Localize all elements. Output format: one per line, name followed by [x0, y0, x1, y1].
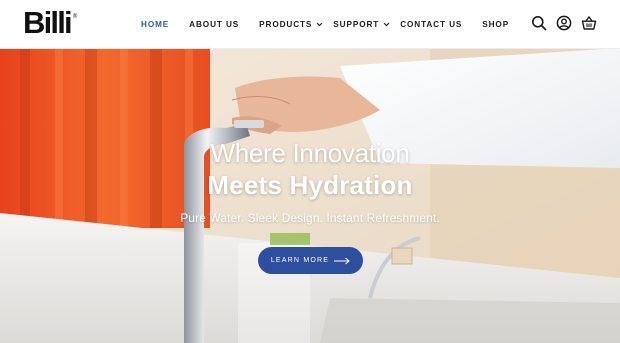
- logo-registered-mark: ®: [72, 14, 78, 20]
- hero-banner: Where Innovation Meets Hydration Pure Wa…: [0, 48, 620, 343]
- nav-item-label: ABOUT US: [189, 19, 240, 29]
- nav-item-shop[interactable]: SHOP: [482, 20, 509, 29]
- hero-title-line2: Meets Hydration: [207, 170, 413, 200]
- nav-item-about-us[interactable]: ABOUT US: [189, 20, 239, 29]
- nav-item-label: SHOP: [482, 19, 510, 29]
- nav-item-label: CONTACT US: [400, 19, 463, 29]
- nav-item-products[interactable]: PRODUCTS: [259, 20, 323, 29]
- chevron-down-icon: [316, 22, 323, 26]
- cart-icon[interactable]: [581, 15, 597, 31]
- learn-more-label: LEARN MORE: [270, 257, 330, 264]
- learn-more-button[interactable]: LEARN MORE: [258, 247, 363, 274]
- hero-title-line1: Where Innovation: [210, 138, 410, 168]
- chevron-down-icon: [383, 22, 390, 26]
- search-icon[interactable]: [531, 15, 547, 31]
- site-header: Billi ® HOME ABOUT US PRODUCTS SUPPORT CO…: [0, 0, 620, 49]
- nav-item-contact-us[interactable]: CONTACT US: [400, 20, 462, 29]
- hero-content: Where Innovation Meets Hydration Pure Wa…: [0, 48, 620, 343]
- nav-item-label: PRODUCTS: [259, 19, 313, 29]
- hero-subtitle: Pure Water. Sleek Design. Instant Refres…: [180, 211, 440, 225]
- header-icons: [531, 15, 597, 31]
- main-nav: HOME ABOUT US PRODUCTS SUPPORT CONTACT U…: [141, 17, 509, 31]
- brand-logo[interactable]: Billi ®: [23, 6, 77, 40]
- nav-item-label: SUPPORT: [333, 19, 380, 29]
- arrow-right-icon: [334, 257, 350, 264]
- account-icon[interactable]: [556, 15, 572, 31]
- nav-item-label: HOME: [141, 19, 170, 29]
- logo-text: Billi: [23, 5, 73, 40]
- nav-item-home[interactable]: HOME: [141, 20, 169, 29]
- nav-item-support[interactable]: SUPPORT: [333, 20, 390, 29]
